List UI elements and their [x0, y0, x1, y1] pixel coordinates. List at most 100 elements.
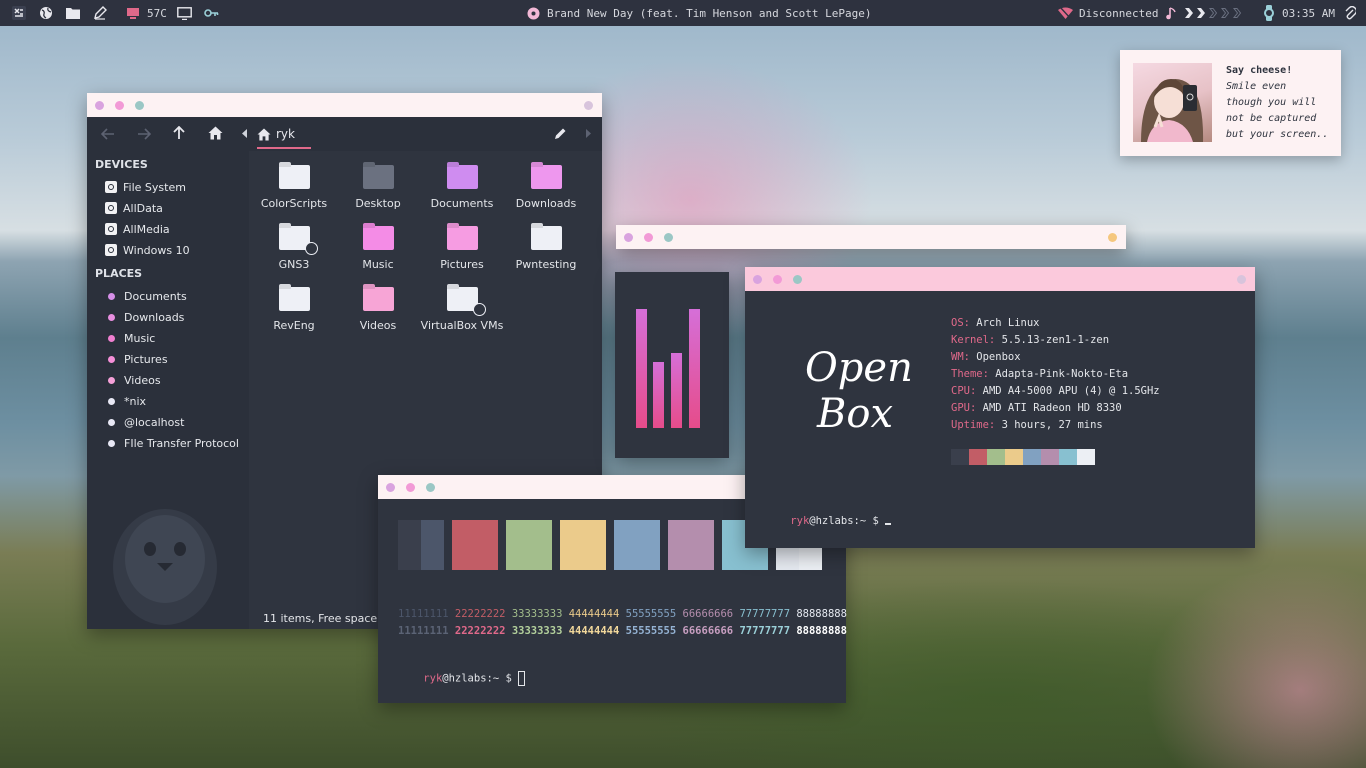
volume-level-indicator[interactable]: [1185, 0, 1249, 26]
folder-item[interactable]: VirtualBox VMs: [420, 287, 504, 333]
folder-label: VirtualBox VMs: [420, 319, 504, 332]
info-value: AMD A4-5000 APU (4) @ 1.5GHz: [976, 385, 1160, 397]
folder-item[interactable]: GNS3: [252, 226, 336, 272]
sidebar-place-item[interactable]: Downloads: [105, 308, 245, 326]
drive-icon: [105, 244, 117, 256]
path-scroll-left-icon[interactable]: [242, 129, 248, 138]
folder-icon: [446, 287, 486, 316]
maximize-button[interactable]: [773, 275, 782, 284]
now-playing-title[interactable]: Brand New Day (feat. Tim Henson and Scot…: [547, 0, 872, 26]
sidebar-place-item[interactable]: Documents: [105, 287, 245, 305]
bookmark-dot-icon: [108, 334, 115, 342]
music-note-icon[interactable]: [1166, 0, 1176, 26]
folder-label: Downloads: [515, 197, 577, 210]
folder-item[interactable]: Desktop: [336, 165, 420, 211]
info-value: Openbox: [969, 351, 1021, 363]
color-swatch: [452, 520, 498, 570]
minimize-button[interactable]: [793, 275, 802, 284]
network-status: Disconnected: [1079, 6, 1159, 20]
drive-icon: [105, 181, 117, 193]
folder-icon[interactable]: [66, 0, 80, 26]
color-number: 66666666: [682, 608, 734, 620]
color-swatch: [560, 520, 606, 570]
visualizer-bar: [671, 353, 682, 428]
close-button[interactable]: [386, 483, 395, 492]
neofetch-terminal-window: Open Box ryk@hzlabs:~ $ OS: Arch Linux Ke…: [745, 267, 1255, 548]
system-info-line: Uptime: 3 hours, 27 mins: [951, 419, 1103, 431]
path-scroll-right-icon[interactable]: [585, 129, 591, 138]
sidebar-place-item[interactable]: Music: [105, 329, 245, 347]
folder-item[interactable]: Downloads: [504, 165, 588, 211]
sidebar-item-label: Music: [124, 331, 156, 345]
bookmark-dot-icon: [108, 355, 115, 363]
color-number: 66666666: [682, 625, 734, 637]
sidebar-device-item[interactable]: File System: [105, 178, 245, 196]
edit-path-icon[interactable]: [554, 127, 567, 140]
menu-dot[interactable]: [584, 101, 593, 110]
terminal-prompt[interactable]: ryk@hzlabs:~ $: [765, 503, 892, 539]
terminal-titlebar[interactable]: [745, 267, 1255, 291]
sidebar-place-item[interactable]: *nix: [105, 392, 245, 410]
sidebar-place-item[interactable]: Videos: [105, 371, 245, 389]
color-numbers-row1: 11111111 22222222 33333333 44444444 5555…: [398, 608, 847, 620]
folder-item[interactable]: Documents: [420, 165, 504, 211]
color-number: 33333333: [511, 625, 563, 637]
home-icon[interactable]: [208, 126, 223, 140]
paperclip-icon[interactable]: [1344, 0, 1356, 26]
palette-swatch: [951, 449, 969, 465]
key-icon[interactable]: [204, 0, 219, 26]
sidebar-device-item[interactable]: AllData: [105, 199, 245, 217]
up-icon[interactable]: [173, 126, 185, 140]
folder-icon: [530, 165, 562, 189]
folder-item[interactable]: RevEng: [252, 287, 336, 333]
terminal-prompt[interactable]: ryk@hzlabs:~ $: [398, 659, 526, 698]
workspace-icon[interactable]: [11, 0, 27, 26]
back-icon[interactable]: [101, 128, 115, 140]
maximize-button[interactable]: [644, 233, 653, 242]
forward-icon[interactable]: [137, 128, 151, 140]
pencil-icon[interactable]: [93, 0, 107, 26]
sidebar-place-item[interactable]: @localhost: [105, 413, 245, 431]
palette-swatch: [1041, 449, 1059, 465]
monitor-icon[interactable]: [177, 0, 192, 26]
close-button[interactable]: [624, 233, 633, 242]
music-disc-icon[interactable]: [527, 0, 540, 26]
wifi-off-icon[interactable]: [1058, 0, 1073, 26]
info-key: CPU:: [951, 385, 977, 397]
folder-item[interactable]: ColorScripts: [252, 165, 336, 211]
close-button[interactable]: [753, 275, 762, 284]
path-button-home[interactable]: ryk: [257, 121, 311, 149]
system-info-line: GPU: AMD ATI Radeon HD 8330: [951, 402, 1122, 414]
minimize-button[interactable]: [664, 233, 673, 242]
sidebar-place-item[interactable]: FIle Transfer Protocol: [105, 434, 245, 452]
folder-label: Music: [362, 258, 394, 271]
prompt-user: ryk: [423, 672, 443, 685]
folder-item[interactable]: Pictures: [420, 226, 504, 272]
sidebar-device-item[interactable]: Windows 10: [105, 241, 245, 259]
folder-icon: [278, 287, 310, 311]
prompt-user: ryk: [790, 515, 810, 527]
color-swatch: [506, 520, 552, 570]
maximize-button[interactable]: [115, 101, 124, 110]
menu-dot[interactable]: [1237, 275, 1246, 284]
minimize-button[interactable]: [135, 101, 144, 110]
folder-icon: [362, 287, 394, 311]
info-value: Adapta-Pink-Nokto-Eta: [988, 368, 1129, 380]
globe-icon[interactable]: [39, 0, 53, 26]
close-button[interactable]: [95, 101, 104, 110]
notification-popup[interactable]: Say cheese! Smile even though you will n…: [1120, 50, 1341, 156]
folder-item[interactable]: Pwntesting: [504, 226, 588, 272]
notification-line: Smile even: [1226, 81, 1287, 92]
clock[interactable]: 03:35 AM: [1282, 0, 1335, 26]
sidebar-place-item[interactable]: Pictures: [105, 350, 245, 368]
folder-item[interactable]: Music: [336, 226, 420, 272]
file-manager-titlebar[interactable]: [87, 93, 602, 117]
palette-swatch: [1005, 449, 1023, 465]
sidebar-device-item[interactable]: AllMedia: [105, 220, 245, 238]
color-number: 44444444: [568, 608, 620, 620]
minimize-button[interactable]: [426, 483, 435, 492]
maximize-button[interactable]: [406, 483, 415, 492]
info-key: GPU:: [951, 402, 977, 414]
menu-dot[interactable]: [1108, 233, 1117, 242]
folder-item[interactable]: Videos: [336, 287, 420, 333]
